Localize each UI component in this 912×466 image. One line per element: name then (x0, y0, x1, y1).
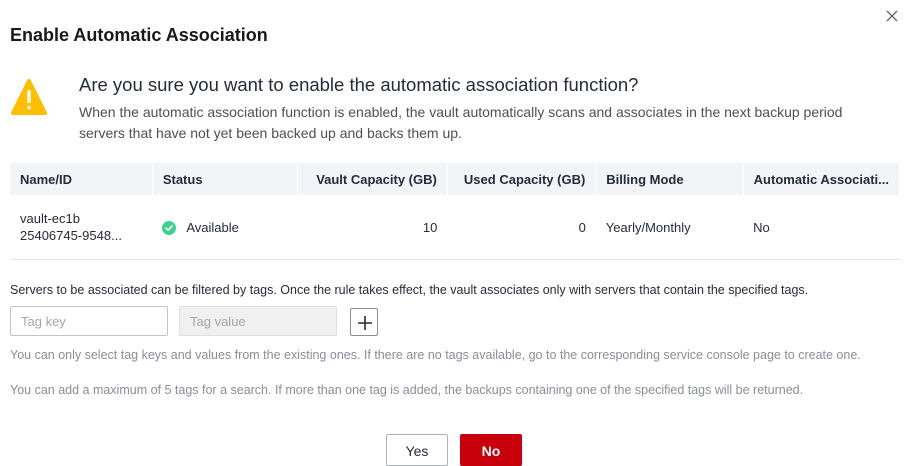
tag-hint-existing: You can only select tag keys and values … (10, 348, 861, 362)
cell-billing-mode: Yearly/Monthly (595, 195, 744, 260)
tag-value-input[interactable] (179, 306, 337, 336)
check-circle-icon (162, 220, 177, 235)
warning-icon (10, 75, 48, 119)
cell-name-id: vault-ec1b 25406745-9548... (10, 195, 153, 260)
tag-key-input[interactable] (10, 306, 168, 336)
col-header-name-id: Name/ID (10, 163, 153, 195)
cell-used-capacity: 0 (447, 195, 596, 260)
cell-vault-capacity: 10 (297, 195, 448, 260)
vault-table: Name/ID Status Vault Capacity (GB) Used … (10, 163, 901, 260)
enable-auto-association-dialog: Enable Automatic Association Are you sur… (0, 0, 912, 466)
vault-name: vault-ec1b (20, 211, 80, 226)
dialog-title: Enable Automatic Association (10, 25, 268, 45)
table-row: vault-ec1b 25406745-9548... Available 10… (10, 195, 900, 260)
confirm-description: When the automatic association function … (79, 104, 843, 141)
col-header-status: Status (152, 163, 298, 195)
add-tag-button[interactable] (350, 308, 378, 336)
col-header-billing-mode: Billing Mode (595, 163, 744, 195)
table-header-row: Name/ID Status Vault Capacity (GB) Used … (10, 163, 901, 195)
col-header-used-capacity: Used Capacity (GB) (447, 163, 597, 195)
close-icon[interactable] (884, 8, 900, 24)
status-text: Available (186, 219, 239, 235)
cell-auto-association: No (743, 195, 900, 260)
col-header-auto-association: Automatic Associati... (743, 163, 901, 195)
col-header-vault-capacity: Vault Capacity (GB) (297, 163, 448, 195)
plus-icon (358, 316, 372, 330)
no-button[interactable]: No (460, 434, 522, 466)
vault-id: 25406745-9548... (20, 228, 122, 243)
tag-filter-description: Servers to be associated can be filtered… (10, 283, 809, 297)
tag-hint-max: You can add a maximum of 5 tags for a se… (10, 383, 804, 397)
cell-status: Available (152, 195, 298, 260)
confirm-question: Are you sure you want to enable the auto… (79, 74, 639, 95)
yes-button[interactable]: Yes (386, 434, 448, 466)
